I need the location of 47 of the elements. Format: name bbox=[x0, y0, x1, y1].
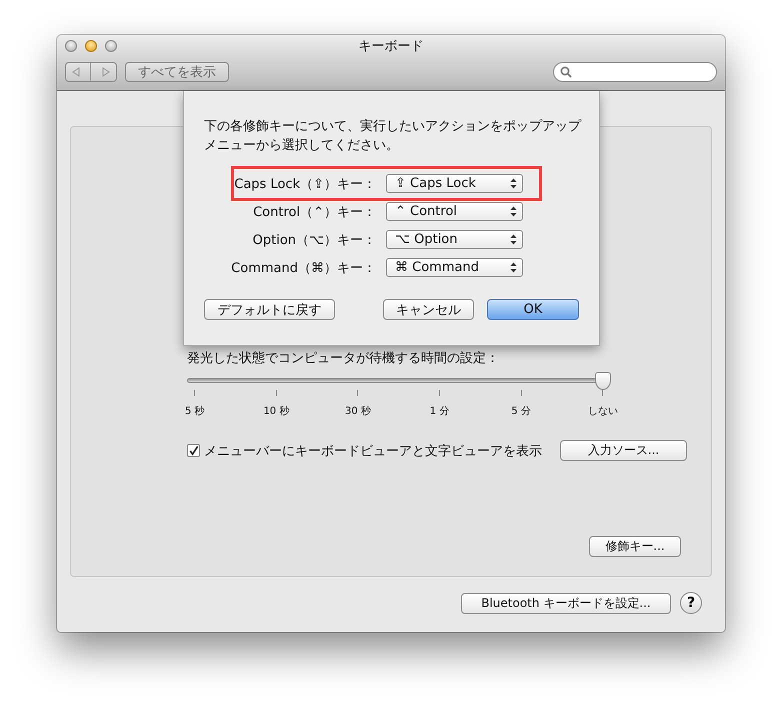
updown-arrows-icon bbox=[510, 234, 517, 245]
tick-label: 5 分 bbox=[511, 405, 531, 418]
action-popup[interactable]: ⌥ Option bbox=[386, 230, 523, 249]
tick-mark bbox=[439, 390, 440, 396]
tick-label: 30 秒 bbox=[345, 404, 371, 418]
restore-defaults-button[interactable]: デフォルトに戻す bbox=[204, 299, 335, 320]
help-button[interactable]: ? bbox=[680, 592, 702, 614]
action-popup[interactable]: ⌃ Control bbox=[386, 202, 523, 221]
bluetooth-setup-button[interactable]: Bluetooth キーボードを設定... bbox=[461, 592, 671, 614]
modifier-key-label: Control（⌃）キー： bbox=[252, 204, 376, 220]
back-forward-control[interactable] bbox=[65, 62, 117, 82]
instructions-text: 下の各修飾キーについて、実行したいアクションをポップアップメニューから選択してください。 bbox=[204, 118, 582, 155]
tick-label: 5 秒 bbox=[185, 404, 205, 418]
updown-arrows-icon bbox=[510, 262, 517, 273]
ok-button[interactable]: OK bbox=[487, 299, 579, 320]
search-icon bbox=[560, 66, 572, 78]
updown-arrows-icon bbox=[510, 206, 517, 217]
backlight-slider[interactable] bbox=[187, 372, 610, 390]
action-popup[interactable]: ⇪ Caps Lock bbox=[386, 174, 523, 193]
action-popup[interactable]: ⌘ Command bbox=[386, 258, 523, 277]
back-icon[interactable] bbox=[70, 67, 81, 77]
tick-mark bbox=[602, 390, 604, 396]
modifier-key-label: Command（⌘）キー： bbox=[230, 260, 376, 276]
tick-mark bbox=[520, 390, 522, 396]
tick-mark bbox=[357, 390, 358, 396]
slider-thumb[interactable] bbox=[595, 372, 611, 390]
modifier-key-label: Caps Lock（⇪）キー： bbox=[233, 176, 376, 192]
window-title: キーボード bbox=[358, 38, 424, 55]
menu-checkbox[interactable]: メニューバーにキーボードビューアと文字ビューアを表示 bbox=[187, 442, 542, 460]
tick-mark bbox=[194, 390, 196, 396]
minimize-button[interactable] bbox=[85, 40, 97, 52]
modifier-keys-button[interactable]: 修飾キー... bbox=[589, 536, 681, 557]
close-button[interactable] bbox=[65, 40, 77, 52]
backlight-delay-label: 発光した状態でコンピュータが待機する時間の設定： bbox=[187, 350, 500, 367]
zoom-button[interactable] bbox=[105, 40, 117, 52]
tick-label: しない bbox=[588, 405, 618, 418]
cancel-button[interactable]: キャンセル bbox=[383, 299, 474, 320]
updown-arrows-icon bbox=[510, 178, 517, 189]
tick-mark bbox=[276, 390, 277, 396]
input-sources-button[interactable]: 入力ソース... bbox=[560, 440, 687, 461]
search-field[interactable] bbox=[553, 62, 717, 82]
checkmark-icon bbox=[188, 444, 199, 456]
forward-icon[interactable] bbox=[101, 67, 112, 77]
show-all-button[interactable]: すべてを表示 bbox=[125, 62, 229, 82]
tick-label: 1 分 bbox=[430, 405, 450, 418]
tick-label: 10 秒 bbox=[263, 404, 290, 418]
modifier-key-label: Option（⌥）キー： bbox=[252, 232, 376, 248]
